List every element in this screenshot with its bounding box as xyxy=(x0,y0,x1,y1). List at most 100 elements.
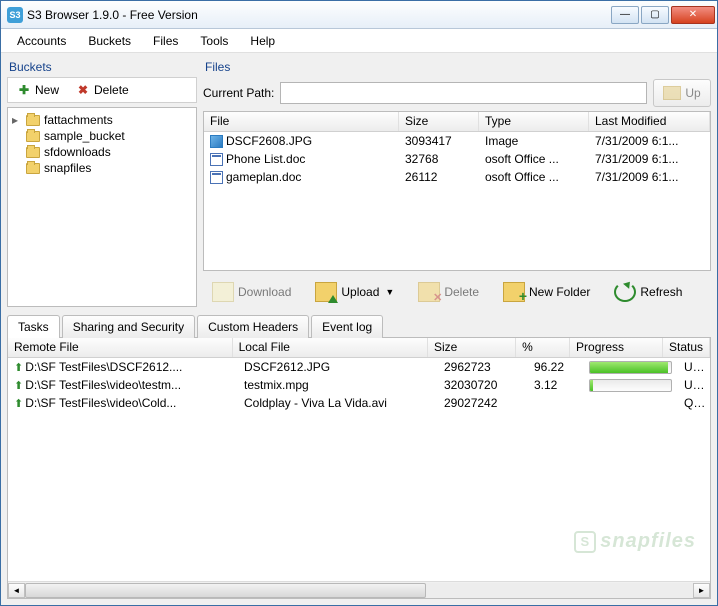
task-row[interactable]: ⬆D:\SF TestFiles\video\testm...testmix.m… xyxy=(8,376,710,394)
folder-icon xyxy=(26,131,40,142)
scroll-track[interactable] xyxy=(25,583,693,598)
menu-help[interactable]: Help xyxy=(240,32,285,50)
menu-buckets[interactable]: Buckets xyxy=(78,32,141,50)
upload-button[interactable]: Upload ▼ xyxy=(306,277,403,307)
bucket-name: sample_bucket xyxy=(44,129,125,143)
new-bucket-button[interactable]: ✚ New xyxy=(12,80,63,100)
bucket-tree[interactable]: ▸fattachments sample_bucket sfdownloads … xyxy=(7,107,197,307)
remote-file: D:\SF TestFiles\DSCF2612.... xyxy=(25,360,182,374)
task-pct: 96.22 xyxy=(528,360,583,374)
download-button: Download xyxy=(203,277,300,307)
local-file: testmix.mpg xyxy=(238,378,438,392)
files-toolbar: Download Upload ▼ Delete New Folder xyxy=(203,271,711,307)
task-status: Upload xyxy=(678,378,710,392)
bucket-item[interactable]: sample_bucket xyxy=(10,128,194,144)
window-title: S3 Browser 1.9.0 - Free Version xyxy=(27,8,611,22)
menu-accounts[interactable]: Accounts xyxy=(7,32,76,50)
delete-bucket-label: Delete xyxy=(94,83,129,97)
file-name: DSCF2608.JPG xyxy=(226,134,312,148)
task-status: Upload xyxy=(678,360,710,374)
file-modified: 7/31/2009 6:1... xyxy=(589,170,710,184)
titlebar: S3 S3 Browser 1.9.0 - Free Version — ▢ ✕ xyxy=(1,1,717,29)
file-name: gameplan.doc xyxy=(226,170,301,184)
scroll-left-button[interactable]: ◄ xyxy=(8,583,25,598)
maximize-button[interactable]: ▢ xyxy=(641,6,669,24)
col-remote[interactable]: Remote File xyxy=(8,338,233,357)
buckets-toolbar: ✚ New ✖ Delete xyxy=(7,77,197,103)
col-type[interactable]: Type xyxy=(479,112,589,131)
tasks-body[interactable]: ⬆D:\SF TestFiles\DSCF2612....DSCF2612.JP… xyxy=(8,358,710,581)
path-input[interactable] xyxy=(280,82,647,104)
col-modified[interactable]: Last Modified xyxy=(589,112,710,131)
col-status[interactable]: Status xyxy=(663,338,710,357)
refresh-button[interactable]: Refresh xyxy=(605,277,691,307)
up-button: Up xyxy=(653,79,711,107)
close-button[interactable]: ✕ xyxy=(671,6,715,24)
menubar: Accounts Buckets Files Tools Help xyxy=(1,29,717,53)
file-size: 3093417 xyxy=(399,134,479,148)
local-file: Coldplay - Viva La Vida.avi xyxy=(238,396,438,410)
task-progress xyxy=(583,379,678,392)
file-row[interactable]: gameplan.doc 26112osoft Office ...7/31/20… xyxy=(204,168,710,186)
col-local[interactable]: Local File xyxy=(233,338,428,357)
menu-tools[interactable]: Tools xyxy=(190,32,238,50)
file-list-header: File Size Type Last Modified xyxy=(204,112,710,132)
refresh-icon xyxy=(614,282,636,302)
bucket-name: fattachments xyxy=(44,113,113,127)
upload-label: Upload xyxy=(341,285,379,299)
minimize-button[interactable]: — xyxy=(611,6,639,24)
plus-icon: ✚ xyxy=(16,82,32,98)
folder-up-icon xyxy=(663,86,681,100)
delete-bucket-button[interactable]: ✖ Delete xyxy=(71,80,133,100)
scroll-thumb[interactable] xyxy=(25,583,426,598)
col-progress[interactable]: Progress xyxy=(570,338,663,357)
tab-eventlog[interactable]: Event log xyxy=(311,315,383,338)
upload-arrow-icon: ⬆ xyxy=(14,380,23,392)
file-type: osoft Office ... xyxy=(479,170,589,184)
tab-headers[interactable]: Custom Headers xyxy=(197,315,309,338)
horizontal-scrollbar[interactable]: ◄ ► xyxy=(8,581,710,598)
watermark: S snapfiles xyxy=(574,530,696,553)
watermark-icon: S xyxy=(574,531,596,553)
file-type-icon xyxy=(210,171,223,184)
task-row[interactable]: ⬆D:\SF TestFiles\video\Cold...Coldplay -… xyxy=(8,394,710,412)
menu-files[interactable]: Files xyxy=(143,32,188,50)
file-size: 26112 xyxy=(399,170,479,184)
col-file[interactable]: File xyxy=(204,112,399,131)
file-row[interactable]: DSCF2608.JPG3093417Image7/31/2009 6:1... xyxy=(204,132,710,150)
bucket-item[interactable]: ▸ fattachments xyxy=(10,112,194,128)
delete-file-button: Delete xyxy=(409,277,488,307)
bucket-item[interactable]: snapfiles xyxy=(10,160,194,176)
file-row[interactable]: Phone List.doc32768osoft Office ...7/31/… xyxy=(204,150,710,168)
buckets-label: Buckets xyxy=(7,59,197,77)
bucket-item[interactable]: sfdownloads xyxy=(10,144,194,160)
bottom-tabs: Tasks Sharing and Security Custom Header… xyxy=(1,313,717,605)
file-list-body[interactable]: DSCF2608.JPG3093417Image7/31/2009 6:1...… xyxy=(204,132,710,270)
expand-icon[interactable]: ▸ xyxy=(12,113,22,127)
watermark-text: snapfiles xyxy=(600,530,696,553)
tab-tasks[interactable]: Tasks xyxy=(7,315,60,338)
x-icon: ✖ xyxy=(75,82,91,98)
up-label: Up xyxy=(685,86,700,100)
path-label: Current Path: xyxy=(203,86,274,100)
task-size: 2962723 xyxy=(438,360,528,374)
task-row[interactable]: ⬆D:\SF TestFiles\DSCF2612....DSCF2612.JP… xyxy=(8,358,710,376)
tasks-panel: Remote File Local File Size % Progress S… xyxy=(7,337,711,599)
progress-bar xyxy=(589,361,672,374)
tab-sharing[interactable]: Sharing and Security xyxy=(62,315,195,338)
bucket-name: sfdownloads xyxy=(44,145,111,159)
file-type-icon xyxy=(210,153,223,166)
app-icon: S3 xyxy=(7,7,23,23)
scroll-right-button[interactable]: ► xyxy=(693,583,710,598)
upload-icon xyxy=(315,282,337,302)
file-type: osoft Office ... xyxy=(479,152,589,166)
files-label: Files xyxy=(203,59,711,77)
col-pct[interactable]: % xyxy=(516,338,570,357)
col-task-size[interactable]: Size xyxy=(428,338,516,357)
col-size[interactable]: Size xyxy=(399,112,479,131)
buckets-panel: Buckets ✚ New ✖ Delete ▸ fattachments sam… xyxy=(7,59,197,307)
new-folder-button[interactable]: New Folder xyxy=(494,277,599,307)
delete-label: Delete xyxy=(444,285,479,299)
download-label: Download xyxy=(238,285,291,299)
files-panel: Files Current Path: Up File Size Type La… xyxy=(203,59,711,307)
